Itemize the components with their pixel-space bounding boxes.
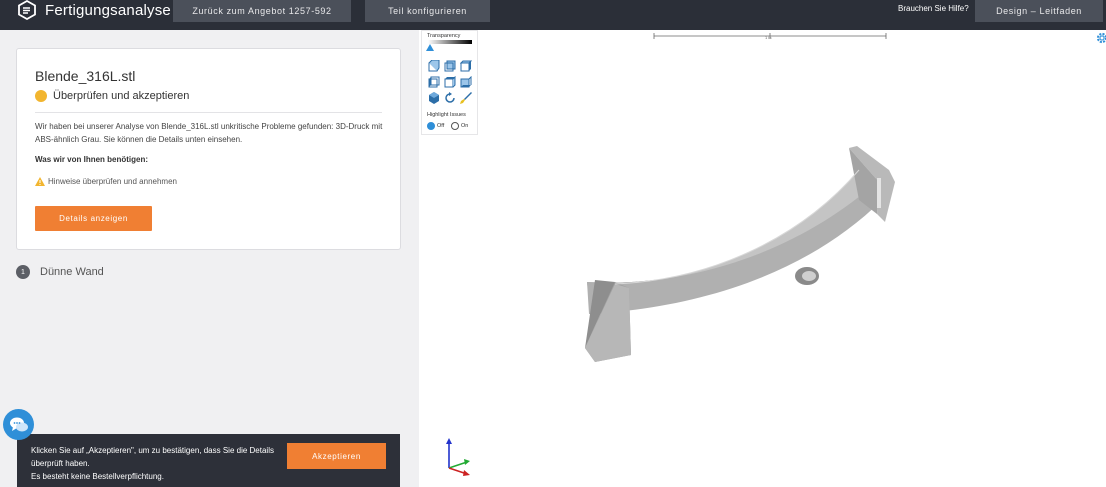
radio-unselected-icon: [451, 122, 459, 130]
issue-item[interactable]: 1 Dünne Wand: [16, 265, 104, 279]
issue-label: Dünne Wand: [40, 266, 104, 278]
footer-line-3: Es besteht keine Bestellverpflichtung.: [31, 472, 164, 481]
paint-brush-icon[interactable]: [459, 91, 472, 104]
view-top-icon[interactable]: [443, 75, 456, 88]
transparency-slider-thumb[interactable]: [426, 44, 434, 51]
transparency-label: Transparency: [427, 33, 461, 39]
analysis-description: Wir haben bei unserer Analyse von Blende…: [35, 122, 383, 144]
highlight-on-label: On: [461, 123, 469, 129]
status-row: Überprüfen und akzeptieren: [35, 90, 189, 102]
configure-part-button[interactable]: Teil konfigurieren: [365, 0, 490, 22]
highlight-on-radio[interactable]: On: [451, 122, 468, 130]
accept-button[interactable]: Akzeptieren: [287, 443, 386, 469]
status-dot-icon: [35, 90, 47, 102]
help-link[interactable]: Brauchen Sie Hilfe?: [898, 4, 969, 13]
show-details-button[interactable]: Details anzeigen: [35, 206, 152, 231]
view-right-icon[interactable]: [459, 59, 472, 72]
footer-line-2: überprüft haben.: [31, 459, 90, 468]
warning-icon: [35, 177, 45, 186]
view-buttons: [427, 59, 472, 104]
highlight-off-radio[interactable]: Off: [427, 122, 444, 130]
transparency-slider[interactable]: [428, 40, 472, 44]
requirements-heading: Was wir von Ihnen benötigen:: [35, 155, 149, 164]
back-to-quote-button[interactable]: Zurück zum Angebot 1257-592: [173, 0, 351, 22]
3d-viewer[interactable]: Transparency Highlight Issues Off On 1 i…: [419, 30, 1106, 487]
gear-icon[interactable]: [1096, 32, 1106, 44]
view-front-icon[interactable]: [427, 59, 440, 72]
hint-text: Hinweise überprüfen und annehmen: [48, 177, 177, 186]
logo-icon: [18, 0, 36, 20]
view-iso-icon[interactable]: [427, 91, 440, 104]
view-left-icon[interactable]: [427, 75, 440, 88]
top-bar: Fertigungsanalyse Zurück zum Angebot 125…: [0, 0, 1106, 30]
accept-footer: Klicken Sie auf „Akzeptieren", um zu bes…: [17, 434, 400, 487]
hint-row: Hinweise überprüfen und annehmen: [35, 177, 177, 186]
brand-name: Fertigungsanalyse: [45, 1, 171, 19]
scale-label: 1 in: [765, 35, 772, 40]
design-guide-button[interactable]: Design – Leitfaden: [975, 0, 1103, 22]
footer-line-1: Klicken Sie auf „Akzeptieren", um zu bes…: [31, 446, 274, 455]
analysis-card: Blende_316L.stl Überprüfen und akzeptier…: [16, 48, 401, 250]
status-text: Überprüfen und akzeptieren: [53, 90, 190, 102]
file-title: Blende_316L.stl: [35, 68, 136, 84]
view-back-icon[interactable]: [443, 59, 456, 72]
axes-gizmo-icon: [446, 438, 470, 476]
part-model[interactable]: [419, 30, 1106, 487]
reset-view-icon[interactable]: [443, 91, 456, 104]
divider: [35, 112, 382, 113]
view-bottom-icon[interactable]: [459, 75, 472, 88]
chat-bubbles-icon: [9, 417, 28, 431]
brand: Fertigungsanalyse: [17, 0, 171, 20]
view-toolbox: Transparency Highlight Issues Off On: [421, 30, 478, 135]
radio-selected-icon: [427, 122, 435, 130]
footer-text: Klicken Sie auf „Akzeptieren", um zu bes…: [31, 444, 291, 483]
left-panel: Blende_316L.stl Überprüfen und akzeptier…: [0, 30, 419, 487]
chat-icon[interactable]: [3, 409, 34, 440]
highlight-issues-label: Highlight Issues: [427, 112, 466, 118]
issue-number: 1: [16, 265, 30, 279]
highlight-off-label: Off: [437, 123, 445, 129]
